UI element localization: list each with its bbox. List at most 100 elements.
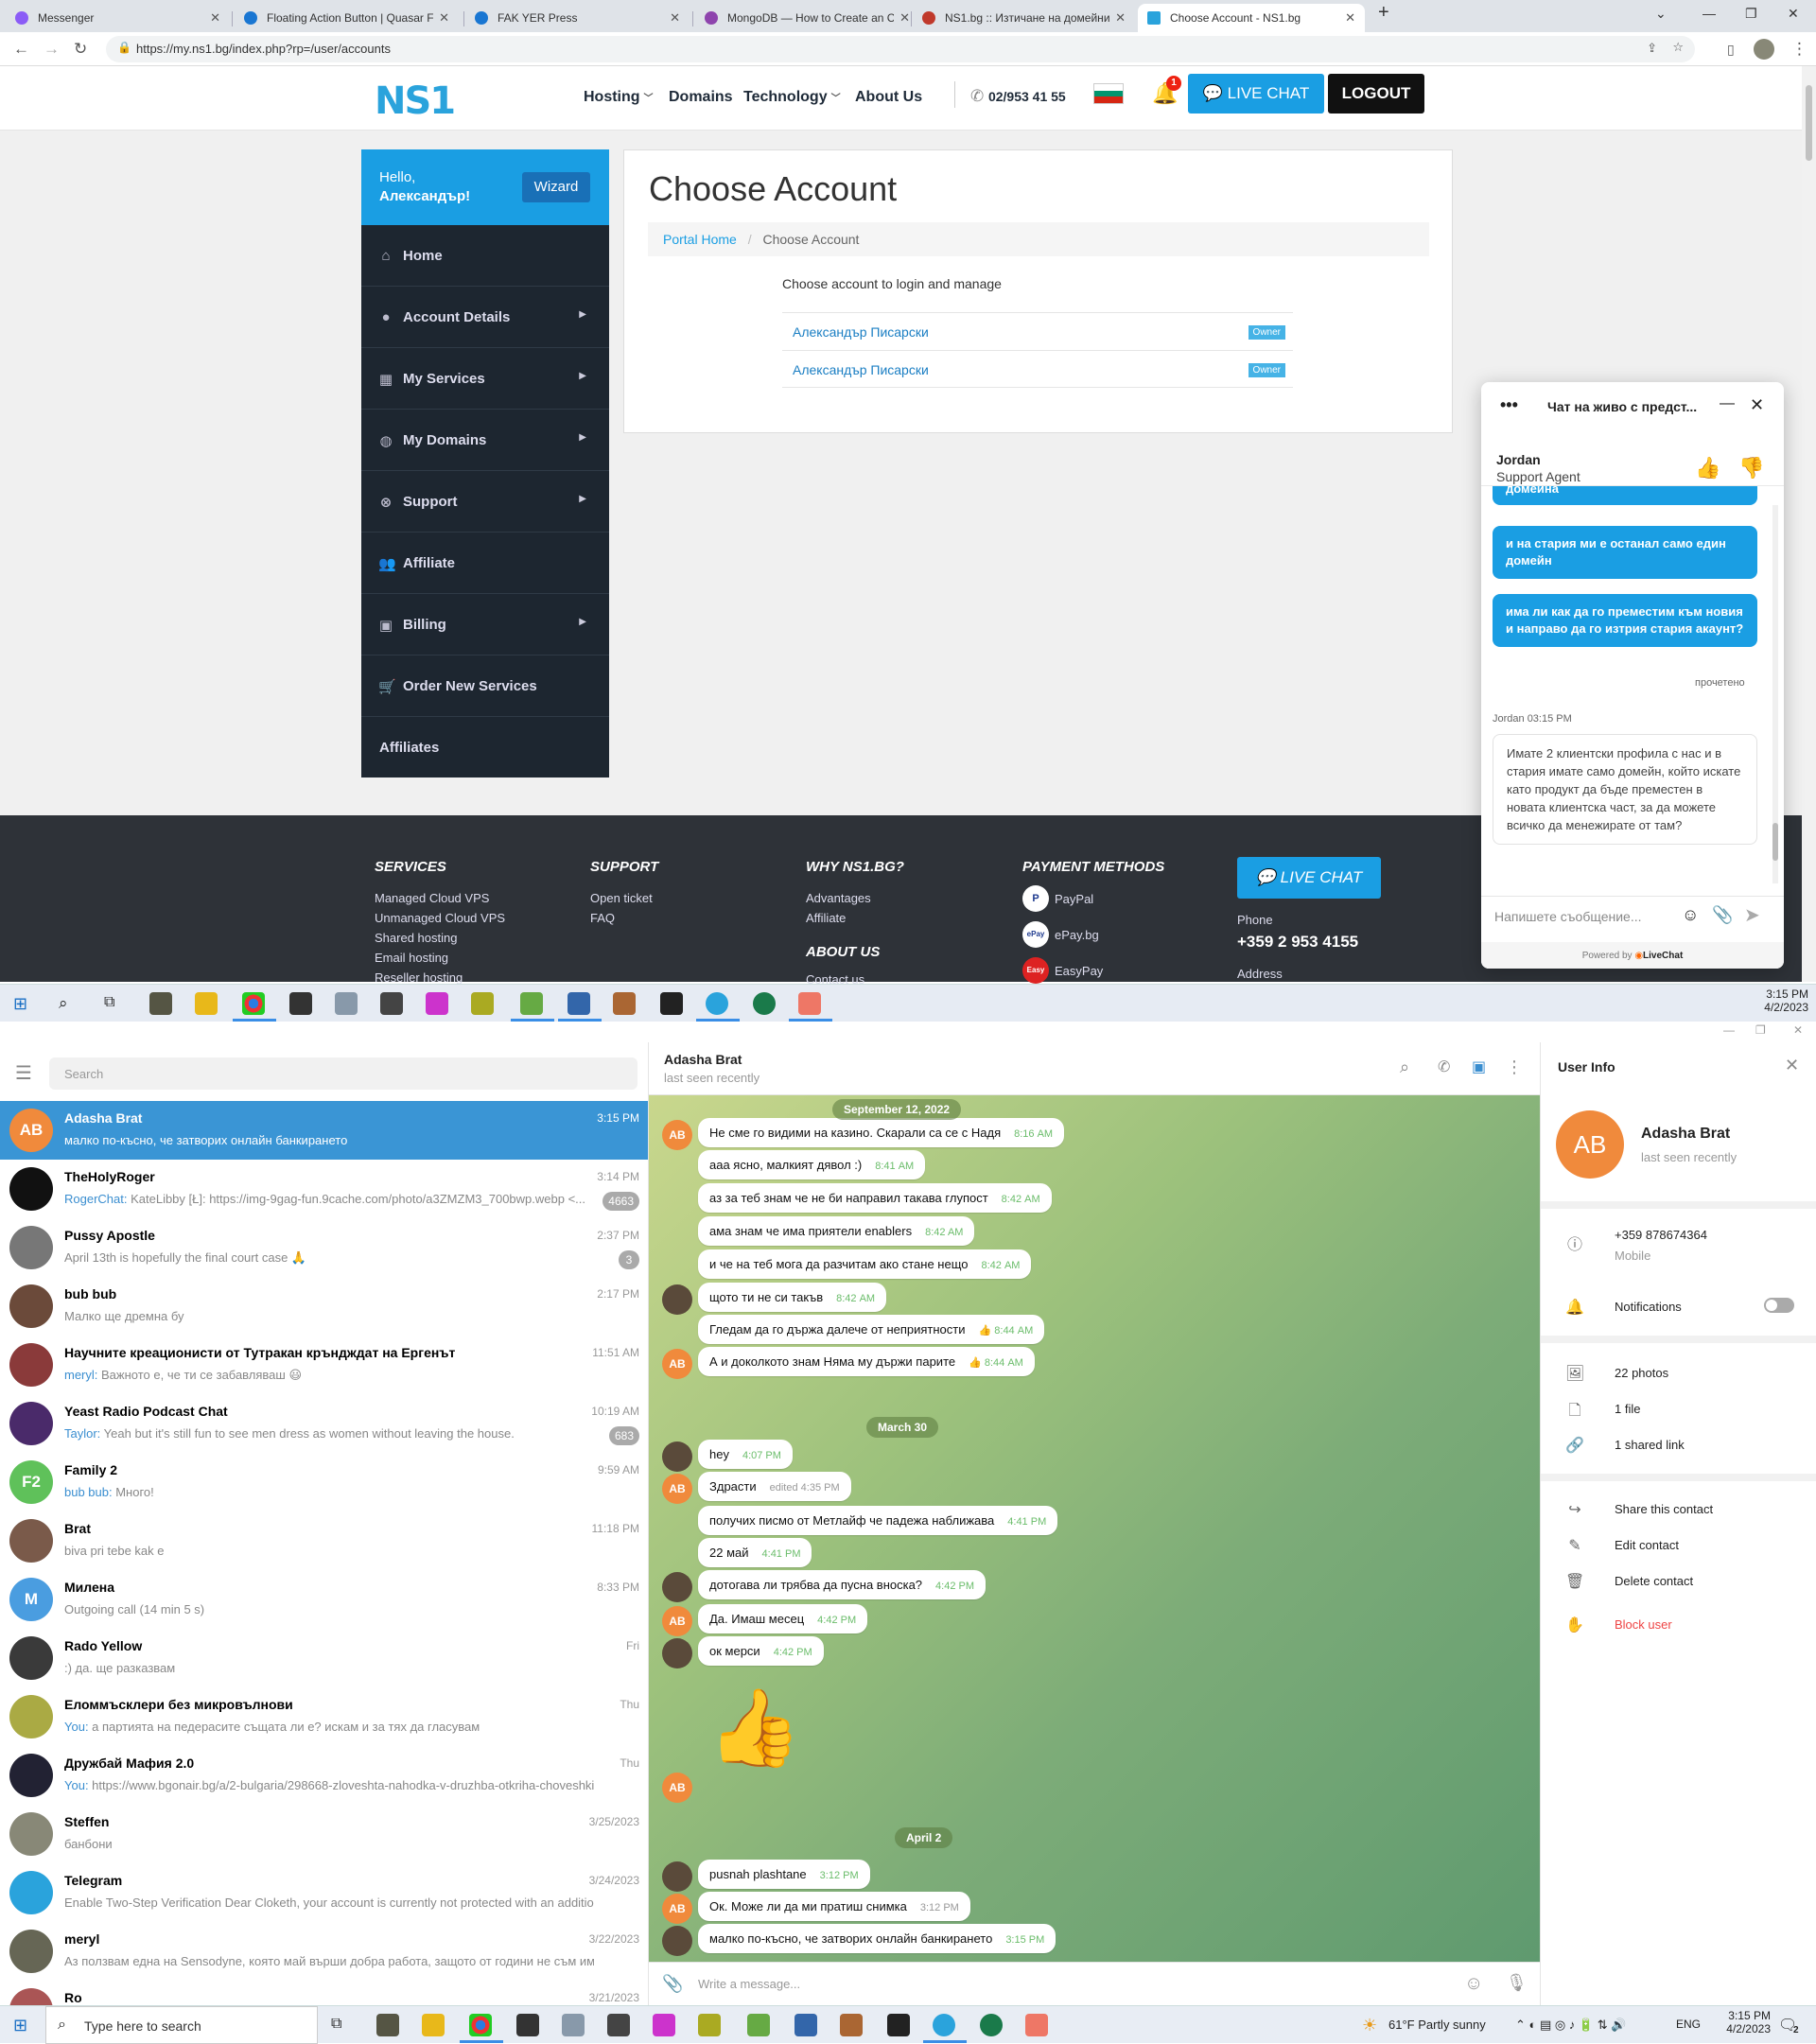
chat-list-item[interactable]: Telegram Enable Two-Step Verification Dea… <box>0 1863 648 1922</box>
message-bubble[interactable]: 22 май 4:41 PM <box>698 1538 812 1567</box>
avatar[interactable]: AB <box>1556 1110 1624 1179</box>
message-bubble[interactable]: малко по-късно, че затворих онлайн банки… <box>698 1924 1056 1953</box>
livechat-scrollbar[interactable] <box>1772 505 1778 883</box>
browser-tab[interactable]: NS1.bg :: Изтичане на домейни ✕ <box>913 4 1135 32</box>
windows-start-icon[interactable]: ⊞ <box>13 994 27 1014</box>
app-icon[interactable] <box>426 992 448 1015</box>
thumbs-up-sticker[interactable]: 👍 <box>707 1684 802 1773</box>
share-contact-button[interactable]: Share this contact <box>1615 1502 1713 1516</box>
app-icon[interactable] <box>607 2014 630 2036</box>
footer-link[interactable]: Email hosting <box>375 951 448 965</box>
nav-domains[interactable]: Domains <box>669 89 733 106</box>
sender-avatar[interactable] <box>662 1284 692 1315</box>
message-bubble[interactable]: Здрасти edited 4:35 PM <box>698 1472 851 1501</box>
browser-tab-active[interactable]: Choose Account - NS1.bg ✕ <box>1138 4 1365 32</box>
more-vertical-icon[interactable]: ⋮ <box>1506 1057 1523 1077</box>
sidebar-item-affiliate[interactable]: 👥 Affiliate <box>361 533 609 594</box>
app-icon[interactable] <box>980 2014 1003 2036</box>
tab-search-icon[interactable]: ⌄ <box>1655 6 1667 22</box>
account-name[interactable]: Александър Писарски <box>793 324 929 340</box>
user-phone[interactable]: +359 878674364 <box>1615 1228 1707 1242</box>
hamburger-menu-icon[interactable]: ☰ <box>15 1061 32 1085</box>
phone-link[interactable]: ✆ 02/953 41 55 <box>970 87 1066 106</box>
sidebar-item-billing[interactable]: ▣ Billing ▶ <box>361 594 609 655</box>
search-input[interactable]: Search <box>49 1057 637 1090</box>
app-icon[interactable] <box>613 992 636 1015</box>
app-icon[interactable] <box>568 992 590 1015</box>
chat-list-item[interactable]: Brat biva pri tebe kak e 11:18 PM <box>0 1511 648 1570</box>
search-icon[interactable]: ⌕ <box>1400 1057 1409 1077</box>
message-bubble[interactable]: аз за теб знам че не би направил такава … <box>698 1183 1052 1213</box>
message-input[interactable]: Напишете съобщение... <box>1494 909 1642 924</box>
maximize-button[interactable]: ❐ <box>1745 6 1757 22</box>
chat-list-item[interactable]: Rado Yellow:) да. ще разказвам Fri <box>0 1629 648 1687</box>
emoji-icon[interactable]: ☺ <box>1682 905 1699 925</box>
sidebar-item-my-domains[interactable]: ◍ My Domains ▶ <box>361 410 609 471</box>
profile-avatar[interactable] <box>1754 39 1774 60</box>
browser-tab[interactable]: Messenger ✕ <box>6 4 230 32</box>
chat-list-item[interactable]: Еломмъсклери без микровълнови You: а парт… <box>0 1687 648 1746</box>
url-input[interactable]: 🔒 https://my.ns1.bg/index.php?rp=/user/a… <box>106 36 1695 62</box>
app-icon[interactable] <box>747 2014 770 2036</box>
footer-link[interactable]: Advantages <box>806 891 871 905</box>
footer-link[interactable]: FAQ <box>590 911 615 925</box>
shared-links[interactable]: 1 shared link <box>1615 1438 1685 1452</box>
message-bubble[interactable]: Гледам да го държа далече от неприятност… <box>698 1315 1045 1344</box>
message-bubble[interactable]: дотогава ли трябва да пусна вноска? 4:42 … <box>698 1570 986 1599</box>
chat-list-item[interactable]: Pussy Apostle April 13th is hopefully the… <box>0 1218 648 1277</box>
breadcrumb-home-link[interactable]: Portal Home <box>663 232 737 247</box>
telegram-icon[interactable] <box>706 992 728 1015</box>
chat-title[interactable]: Adasha Brat <box>664 1052 742 1067</box>
sender-avatar[interactable] <box>662 1638 692 1668</box>
new-tab-button[interactable]: + <box>1378 2 1389 24</box>
bulgaria-flag-icon[interactable] <box>1093 83 1124 104</box>
page-scrollbar[interactable] <box>1802 66 1816 982</box>
close-icon[interactable]: ✕ <box>1115 10 1126 26</box>
nav-technology[interactable]: Technology ﹀ <box>743 89 841 106</box>
chat-list-item[interactable]: meryl Аз ползвам една на Sensodyne, която… <box>0 1922 648 1981</box>
sidebar-toggle-icon[interactable]: ▣ <box>1472 1057 1486 1076</box>
sender-avatar[interactable]: AB <box>662 1606 692 1636</box>
chat-list-item[interactable]: Научните креационисти от Тутракан кръндж… <box>0 1336 648 1394</box>
account-name[interactable]: Александър Писарски <box>793 362 929 377</box>
chat-list-item[interactable]: AB Adasha Brat малко по-късно, че затворих… <box>0 1101 648 1160</box>
message-input[interactable]: Write a message... <box>698 1977 800 1991</box>
thumbs-up-icon[interactable]: 👍 <box>1695 456 1720 480</box>
close-icon[interactable]: ✕ <box>670 10 680 26</box>
app-icon[interactable] <box>798 992 821 1015</box>
close-icon[interactable]: ✕ <box>210 10 220 26</box>
message-bubble[interactable]: Не сме го видими на казино. Скарали са с… <box>698 1118 1065 1147</box>
ns1-logo[interactable]: NS1 <box>375 79 456 123</box>
sidebar-item-home[interactable]: ⌂ Home <box>361 225 609 287</box>
task-view-icon[interactable]: ⧉ <box>104 994 114 1011</box>
browser-tab[interactable]: FAK YER Press ✕ <box>465 4 690 32</box>
sender-avatar[interactable]: AB <box>662 1349 692 1379</box>
app-icon[interactable] <box>840 2014 863 2036</box>
app-icon[interactable] <box>653 2014 675 2036</box>
tray-icons[interactable]: ⌃ ◐ ▤ ◎ ♪ 🔋 ⇅ 🔊 <box>1515 2018 1626 2033</box>
wizard-button[interactable]: Wizard <box>522 172 590 202</box>
app-icon[interactable] <box>660 992 683 1015</box>
app-icon[interactable] <box>376 2014 399 2036</box>
account-row[interactable]: Александър Писарски Owner <box>782 312 1293 350</box>
telegram-icon[interactable] <box>933 2014 955 2036</box>
sender-avatar[interactable]: AB <box>662 1773 692 1803</box>
thumbs-down-icon[interactable]: 👎 <box>1738 456 1764 480</box>
chat-list-item[interactable]: bub bub Малко ще дремна бу 2:17 PM <box>0 1277 648 1336</box>
sender-avatar[interactable] <box>662 1926 692 1956</box>
shared-photos[interactable]: 22 photos <box>1615 1366 1668 1380</box>
app-icon[interactable] <box>380 992 403 1015</box>
message-bubble[interactable]: ааа ясно, малкият дявол :) 8:41 AM <box>698 1150 926 1179</box>
sender-avatar[interactable] <box>662 1861 692 1892</box>
sidebar-item-account-details[interactable]: ● Account Details ▶ <box>361 287 609 348</box>
delete-contact-button[interactable]: Delete contact <box>1615 1574 1693 1588</box>
back-icon[interactable]: ← <box>13 40 29 59</box>
taskbar-search-box[interactable]: ⌕ Type here to search <box>45 2006 318 2044</box>
file-explorer-icon[interactable] <box>422 2014 445 2036</box>
weather-text[interactable]: 61°F Partly sunny <box>1388 2018 1486 2032</box>
clock[interactable]: 3:15 PM 4/2/2023 <box>1710 2009 1771 2035</box>
app-icon[interactable] <box>562 2014 585 2036</box>
clock[interactable]: 3:15 PM 4/2/2023 <box>1748 987 1808 1014</box>
chat-list-item[interactable]: Дружбай Мафия 2.0 You: https://www.bgonai… <box>0 1746 648 1805</box>
forward-icon[interactable]: → <box>44 40 60 59</box>
